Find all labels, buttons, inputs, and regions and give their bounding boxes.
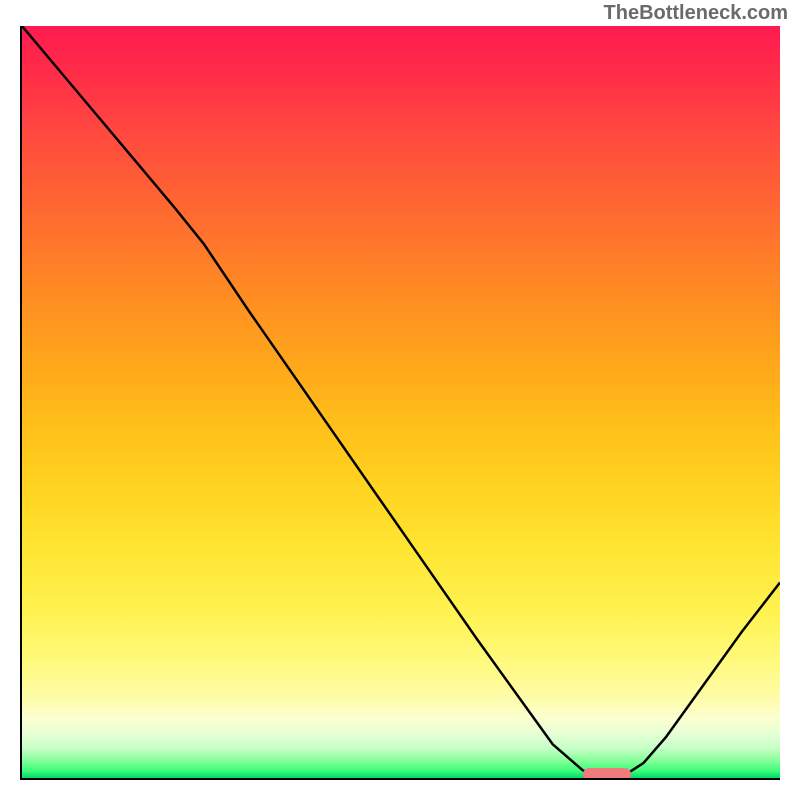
chart-plot-area <box>20 26 780 780</box>
attribution-text: TheBottleneck.com <box>604 2 788 25</box>
bottleneck-curve-line <box>22 26 780 774</box>
chart-curve-svg <box>22 26 780 778</box>
optimal-marker <box>583 768 631 780</box>
